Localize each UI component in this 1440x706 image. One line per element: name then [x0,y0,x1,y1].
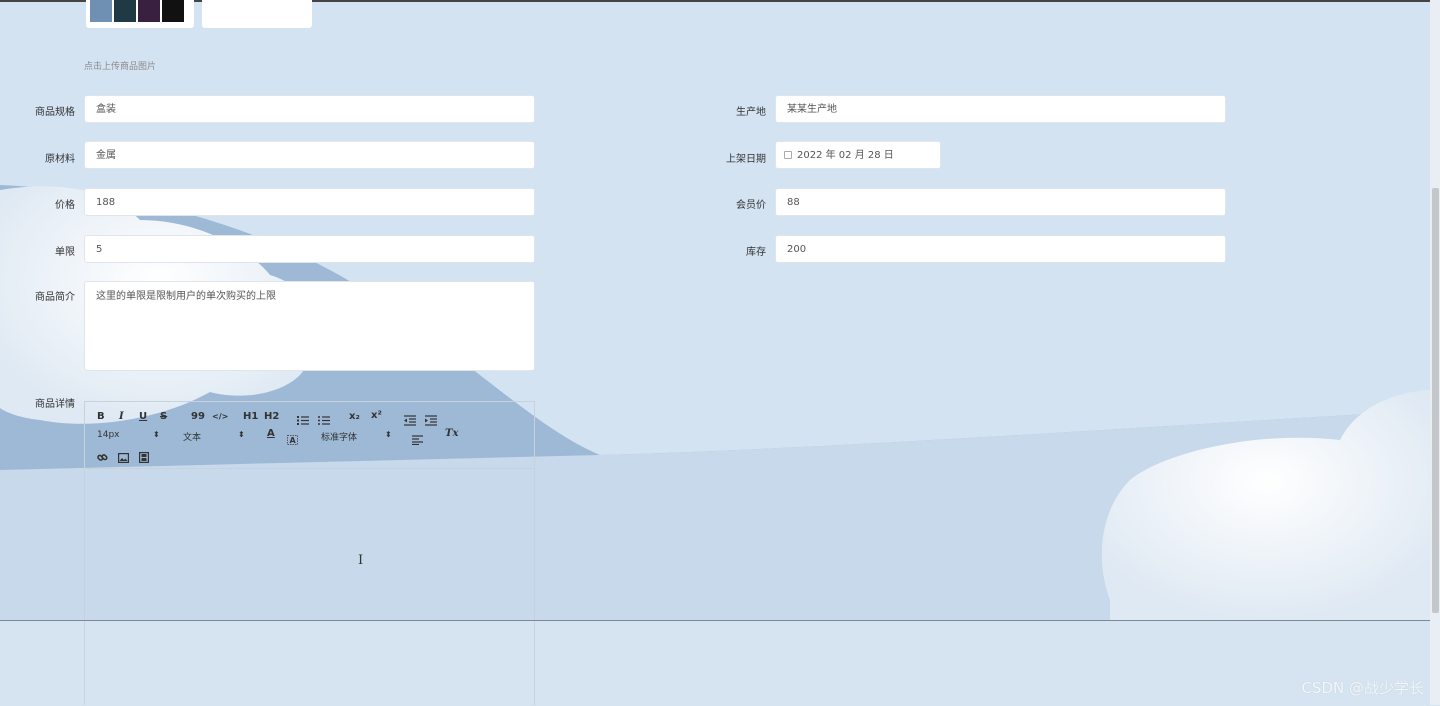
bold-button[interactable]: B [97,411,105,422]
quote-button[interactable]: 99 [191,411,205,422]
h2-button[interactable]: H2 [264,411,279,422]
block-type-select[interactable]: 文本 [183,430,201,443]
superscript-button[interactable]: x² [371,410,382,421]
h1-button[interactable]: H1 [243,411,258,422]
ordered-list-icon [297,416,309,425]
text-cursor-icon: I [358,553,364,568]
font-size-caret-icon: ⬍ [153,430,160,439]
strike-button[interactable]: S [160,411,167,422]
clear-format-button[interactable]: Tx [445,428,458,439]
vertical-scrollbar[interactable] [1430,0,1440,705]
ordered-list-button[interactable] [297,411,309,430]
shelf-date-label: 上架日期 [726,154,766,165]
font-family-caret-icon: ⬍ [385,430,392,439]
svg-text:A: A [290,436,297,445]
link-icon [97,454,108,461]
scrollbar-thumb[interactable] [1432,188,1439,613]
member-price-label: 会员价 [736,200,766,211]
link-button[interactable] [97,448,108,467]
stock-input[interactable]: 200 [775,235,1226,263]
stock-label: 库存 [746,247,766,258]
origin-input[interactable]: 某某生产地 [775,95,1226,123]
image-icon [118,453,130,464]
background-color-button[interactable]: A [287,430,298,449]
bullet-list-button[interactable] [318,411,330,430]
highlight-icon: A [287,435,298,445]
font-family-select[interactable]: 标准字体 [321,430,357,443]
product-image-thumbnail[interactable] [86,0,194,28]
limit-input[interactable]: 5 [84,235,535,263]
underline-button[interactable]: U [139,411,147,422]
block-type-caret-icon: ⬍ [238,430,245,439]
align-button[interactable] [412,430,423,449]
font-size-select[interactable]: 14px [97,430,120,440]
indent-icon [425,415,437,426]
calendar-icon [784,151,792,159]
price-label: 价格 [55,200,75,211]
upload-image-slot[interactable] [202,0,312,28]
image-button[interactable] [118,448,130,467]
limit-label: 单限 [55,247,75,258]
origin-label: 生产地 [736,107,766,118]
code-button[interactable]: </> [212,412,228,421]
price-input[interactable]: 188 [84,188,535,216]
editor-continuation [84,621,535,705]
outdent-icon [404,415,416,426]
editor-toolbar: B I U S 99 </> H1 H2 x₂ x² 14px ⬍ 文本 ⬍ A… [85,402,534,469]
intro-label: 商品简介 [35,292,75,303]
upload-hint: 点击上传商品图片 [84,62,157,72]
spec-input[interactable]: 盒装 [84,95,535,123]
subscript-button[interactable]: x₂ [349,411,360,422]
indent-button[interactable] [425,411,437,430]
italic-button[interactable]: I [119,411,124,422]
align-left-icon [412,435,423,446]
material-label: 原材料 [45,154,75,165]
member-price-input[interactable]: 88 [775,188,1226,216]
bullet-list-icon [318,416,330,425]
video-button[interactable] [139,448,150,467]
outdent-button[interactable] [404,411,416,430]
video-icon [139,452,150,464]
watermark: CSDN @战少学长 [1301,679,1424,697]
spec-label: 商品规格 [35,107,75,118]
material-input[interactable]: 金属 [84,141,535,169]
detail-label: 商品详情 [35,399,75,410]
shelf-date-value: 2022 年 02 月 28 日 [797,150,894,161]
intro-textarea[interactable]: 这里的单限是限制用户的单次购买的上限 [84,281,535,371]
shelf-date-picker[interactable]: 2022 年 02 月 28 日 [775,141,941,169]
text-color-button[interactable]: A [267,428,275,439]
